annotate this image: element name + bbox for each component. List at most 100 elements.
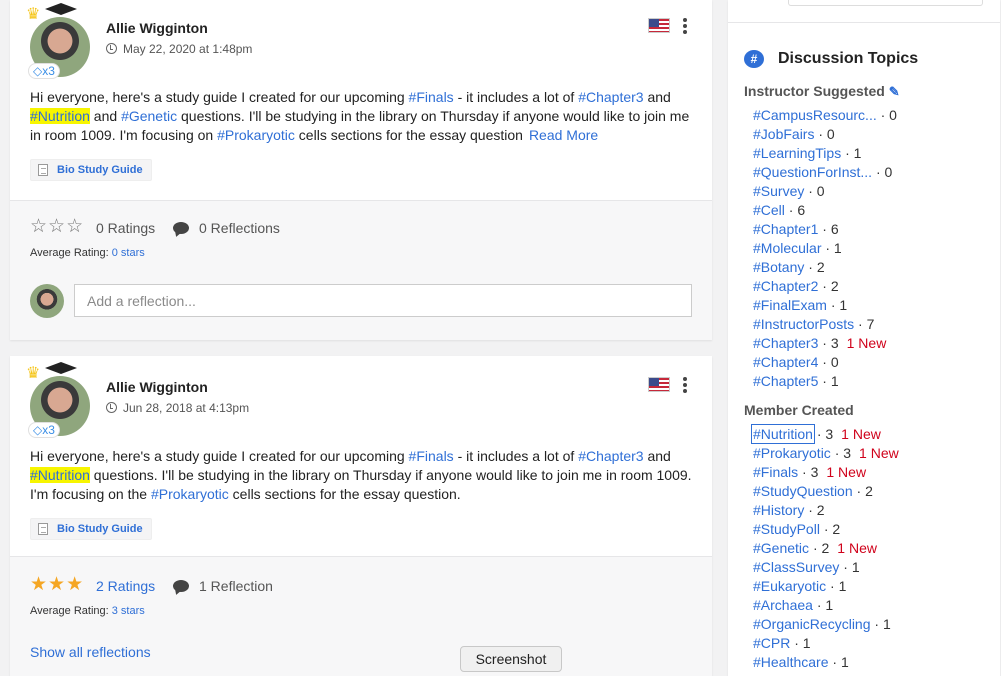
average-rating: Average Rating: 3 stars bbox=[30, 605, 145, 617]
topic-item[interactable]: #CPR · 1 bbox=[753, 634, 811, 653]
author-name[interactable]: Allie Wigginton bbox=[106, 20, 208, 36]
star-filled-icon[interactable]: ★ bbox=[30, 574, 48, 595]
more-options-icon[interactable] bbox=[682, 377, 688, 393]
topic-item[interactable]: #Chapter3 · 3 1 New bbox=[753, 334, 886, 353]
topic-item[interactable]: #History · 2 bbox=[753, 501, 825, 520]
star-empty-icon[interactable]: ☆ bbox=[30, 216, 48, 237]
ratings-count[interactable]: 0 Ratings bbox=[96, 220, 155, 236]
topic-name[interactable]: #Chapter3 bbox=[753, 335, 818, 351]
reflection-input[interactable] bbox=[74, 284, 692, 317]
star-filled-icon[interactable]: ★ bbox=[48, 574, 66, 595]
star-filled-icon[interactable]: ★ bbox=[66, 574, 84, 595]
topic-name[interactable]: #StudyPoll bbox=[753, 521, 820, 537]
topic-item[interactable]: #Chapter1 · 6 bbox=[753, 220, 839, 239]
topic-count: · 1 bbox=[816, 597, 834, 613]
topic-name[interactable]: #Prokaryotic bbox=[753, 445, 831, 461]
topic-item[interactable]: #Eukaryotic · 1 bbox=[753, 577, 846, 596]
topic-name[interactable]: #Botany bbox=[753, 259, 804, 275]
show-all-reflections-link[interactable]: Show all reflections bbox=[30, 644, 151, 660]
topic-item[interactable]: #Chapter2 · 2 bbox=[753, 277, 839, 296]
topic-name[interactable]: #Genetic bbox=[753, 540, 809, 556]
topic-item[interactable]: #ClassSurvey · 1 bbox=[753, 558, 860, 577]
hashtag-link-highlighted[interactable]: #Nutrition bbox=[30, 108, 90, 124]
topic-name[interactable]: #Chapter2 bbox=[753, 278, 818, 294]
topic-name[interactable]: #QuestionForInst... bbox=[753, 164, 872, 180]
topic-name[interactable]: #Eukaryotic bbox=[753, 578, 826, 594]
topic-item[interactable]: #FinalExam · 1 bbox=[753, 296, 847, 315]
topic-item[interactable]: #Nutrition · 3 1 New bbox=[751, 424, 881, 444]
rating-stars[interactable]: ★★★ bbox=[30, 573, 84, 596]
more-options-icon[interactable] bbox=[682, 18, 688, 34]
topic-item[interactable]: #Genetic · 2 1 New bbox=[753, 539, 877, 558]
rating-stars[interactable]: ☆☆☆ bbox=[30, 215, 84, 238]
topic-item[interactable]: #InstructorPosts · 7 bbox=[753, 315, 874, 334]
topic-name[interactable]: #ClassSurvey bbox=[753, 559, 839, 575]
topic-item[interactable]: #Healthcare · 1 bbox=[753, 653, 849, 672]
hashtag-link-highlighted[interactable]: #Nutrition bbox=[30, 467, 90, 483]
topic-name[interactable]: #Survey bbox=[753, 183, 804, 199]
topic-name[interactable]: #InstructorPosts bbox=[753, 316, 854, 332]
hashtag-link[interactable]: #Finals bbox=[409, 89, 454, 105]
topic-item[interactable]: #CampusResourc... · 0 bbox=[753, 106, 897, 125]
attachment-chip[interactable]: Bio Study Guide bbox=[30, 159, 152, 181]
pencil-icon[interactable]: ✎ bbox=[889, 84, 900, 100]
topic-name[interactable]: #Archaea bbox=[753, 597, 813, 613]
topic-name[interactable]: #Cell bbox=[753, 202, 785, 218]
new-badge: 1 New bbox=[826, 464, 867, 480]
sidebar-search-box[interactable] bbox=[788, 0, 983, 6]
topic-name[interactable]: #StudyQuestion bbox=[753, 483, 853, 499]
read-more-link[interactable]: Read More bbox=[529, 127, 598, 143]
topic-name[interactable]: #LearningTips bbox=[753, 145, 841, 161]
hashtag-link[interactable]: #Chapter3 bbox=[578, 448, 643, 464]
reflections-count[interactable]: 1 Reflection bbox=[199, 578, 273, 594]
topic-item[interactable]: #LearningTips · 1 bbox=[753, 144, 861, 163]
post-text-segment: Hi everyone, here's a study guide I crea… bbox=[30, 89, 409, 105]
topic-item[interactable]: #QuestionForInst... · 0 bbox=[753, 163, 892, 182]
hashtag-link[interactable]: #Prokaryotic bbox=[151, 486, 229, 502]
topic-name[interactable]: #Nutrition bbox=[751, 424, 815, 444]
star-empty-icon[interactable]: ☆ bbox=[66, 216, 84, 237]
author-name[interactable]: Allie Wigginton bbox=[106, 379, 208, 395]
topic-item[interactable]: #Chapter4 · 0 bbox=[753, 353, 839, 372]
reflections-count[interactable]: 0 Reflections bbox=[199, 220, 280, 236]
topic-item[interactable]: #Chapter5 · 1 bbox=[753, 372, 839, 391]
topic-name[interactable]: #Molecular bbox=[753, 240, 821, 256]
topic-item[interactable]: #Molecular · 1 bbox=[753, 239, 842, 258]
topic-item[interactable]: #Finals · 3 1 New bbox=[753, 463, 866, 482]
topic-count: · 2 bbox=[812, 540, 830, 556]
instructor-suggested-label: Instructor Suggested ✎ bbox=[744, 83, 900, 100]
member-created-label: Member Created bbox=[744, 402, 854, 418]
topic-name[interactable]: #Finals bbox=[753, 464, 798, 480]
topic-name[interactable]: #Chapter4 bbox=[753, 354, 818, 370]
topic-name[interactable]: #JobFairs bbox=[753, 126, 814, 142]
hashtag-link[interactable]: #Finals bbox=[409, 448, 454, 464]
topic-item[interactable]: #JobFairs · 0 bbox=[753, 125, 835, 144]
topic-name[interactable]: #History bbox=[753, 502, 804, 518]
topic-name[interactable]: #CampusResourc... bbox=[753, 107, 877, 123]
topic-item[interactable]: #Cell · 6 bbox=[753, 201, 805, 220]
ratings-count[interactable]: 2 Ratings bbox=[96, 578, 155, 594]
comment-icon bbox=[173, 222, 189, 234]
post-card: ♛ ◇x3 Allie Wigginton May 22, 2020 at 1:… bbox=[10, 0, 712, 340]
topic-name[interactable]: #FinalExam bbox=[753, 297, 827, 313]
hashtag-link[interactable]: #Chapter3 bbox=[578, 89, 643, 105]
topic-item[interactable]: #StudyQuestion · 2 bbox=[753, 482, 873, 501]
author-avatar[interactable]: ♛ ◇x3 bbox=[26, 362, 90, 438]
topic-item[interactable]: #Survey · 0 bbox=[753, 182, 825, 201]
topic-name[interactable]: #Healthcare bbox=[753, 654, 829, 670]
hashtag-link[interactable]: #Genetic bbox=[121, 108, 177, 124]
topic-item[interactable]: #StudyPoll · 2 bbox=[753, 520, 840, 539]
topic-item[interactable]: #OrganicRecycling · 1 bbox=[753, 615, 891, 634]
topic-item[interactable]: #Prokaryotic · 3 1 New bbox=[753, 444, 899, 463]
topic-name[interactable]: #CPR bbox=[753, 635, 790, 651]
topic-name[interactable]: #OrganicRecycling bbox=[753, 616, 871, 632]
topic-item[interactable]: #Botany · 2 bbox=[753, 258, 825, 277]
hashtag-link[interactable]: #Prokaryotic bbox=[217, 127, 295, 143]
attachment-chip[interactable]: Bio Study Guide bbox=[30, 518, 152, 540]
topic-item[interactable]: #Archaea · 1 bbox=[753, 596, 833, 615]
topic-name[interactable]: #Chapter5 bbox=[753, 373, 818, 389]
star-empty-icon[interactable]: ☆ bbox=[48, 216, 66, 237]
topic-count: · 2 bbox=[823, 521, 841, 537]
topic-name[interactable]: #Chapter1 bbox=[753, 221, 818, 237]
author-avatar[interactable]: ♛ ◇x3 bbox=[26, 3, 90, 79]
